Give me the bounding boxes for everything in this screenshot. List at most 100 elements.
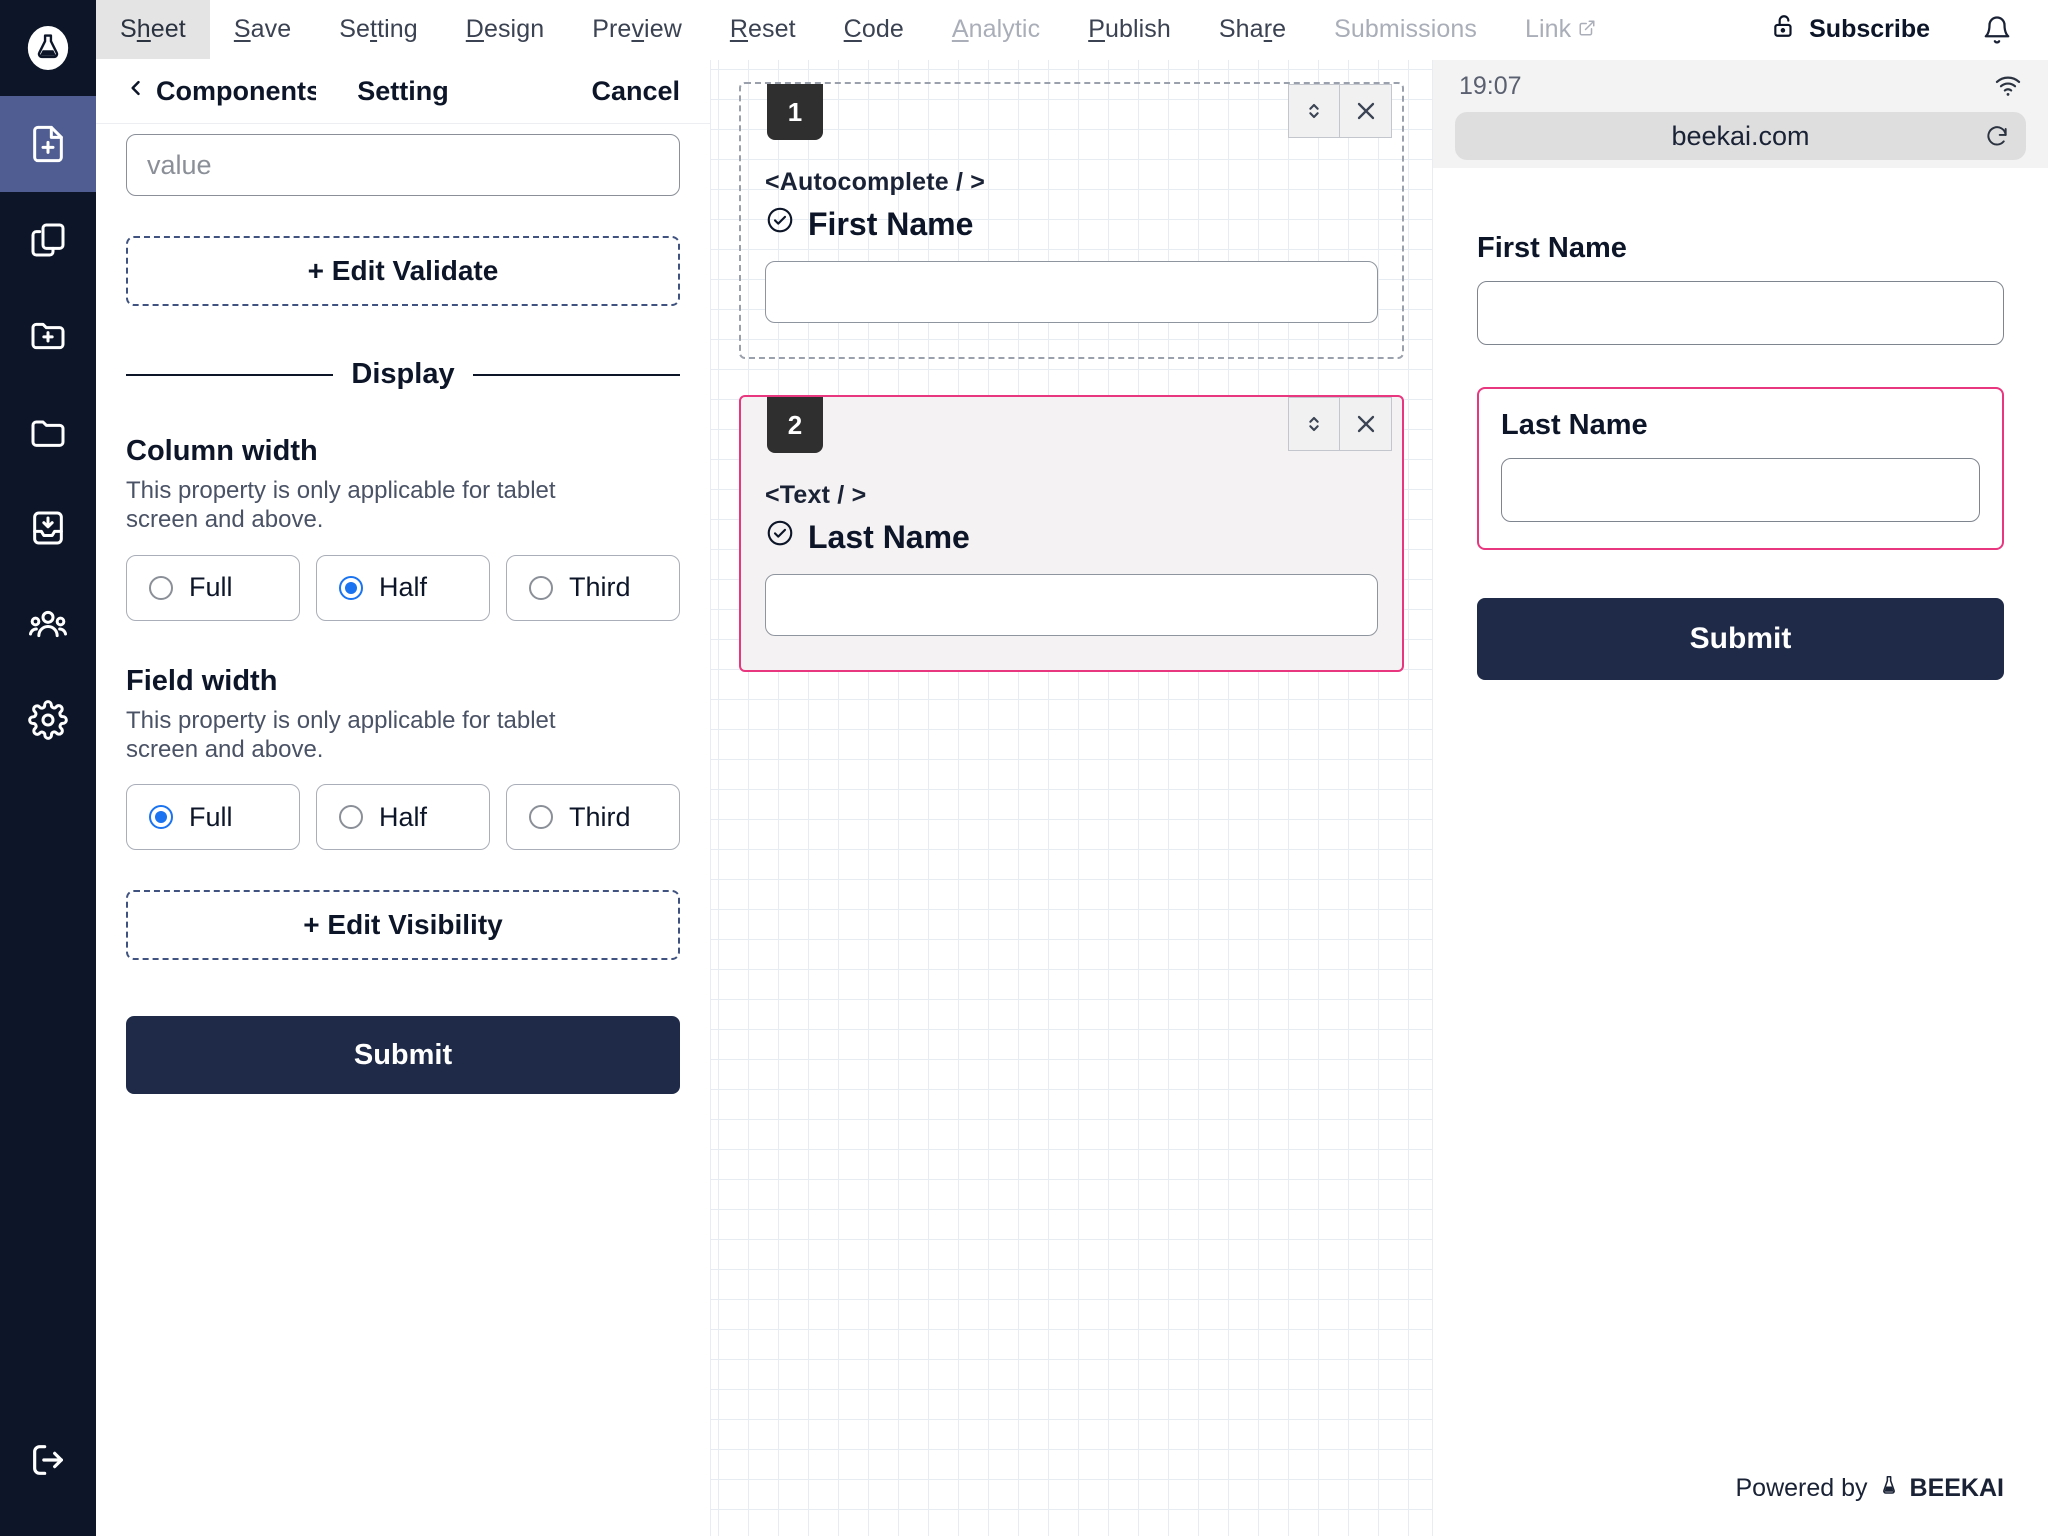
display-section-label: Display [351,358,455,390]
wifi-icon [1994,72,2022,100]
bell-icon[interactable] [1956,15,2026,45]
subscribe-button[interactable]: Subscribe [1745,13,1956,46]
canvas-card-2[interactable]: 2 <Text / > Last Name [739,395,1404,672]
value-input-placeholder: value [147,149,212,180]
preview-field-first-name: First Name [1477,232,2004,345]
close-icon[interactable] [1340,397,1392,451]
subscribe-label: Subscribe [1809,15,1930,43]
close-icon[interactable] [1340,84,1392,138]
form-canvas[interactable]: 1 <Autocomplete / > First Name 2 <Text /… [711,60,1432,1536]
nav-tab-analytic[interactable]: Analytic [928,0,1064,59]
field-width-group: Field width This property is only applic… [126,665,680,851]
back-to-components-button[interactable]: Components [126,75,316,108]
panel-title: Setting [357,76,449,106]
card-field-label-row: First Name [765,205,1378,243]
card-component-tag: <Autocomplete / > [765,168,986,196]
field-width-option-third[interactable]: Third [506,784,680,851]
option-label: Half [379,801,428,832]
column-width-group: Column width This property is only appli… [126,435,680,621]
unlock-icon [1771,13,1797,46]
settings-panel: Components Setting Cancel value + Edit V… [96,60,711,1536]
edit-validate-button[interactable]: + Edit Validate [126,236,680,306]
beekai-brand-label: BEEKAI [1909,1474,2004,1502]
logout-icon[interactable] [0,1412,96,1508]
powered-by-label: Powered by [1735,1474,1868,1502]
cancel-button[interactable]: Cancel [591,76,680,107]
option-label: Third [569,572,631,603]
card-field-input[interactable] [765,261,1378,323]
left-rail [0,0,96,1536]
radio-dot [149,575,173,600]
chevron-up-down-icon[interactable] [1288,84,1340,138]
preview-field-last-name[interactable]: Last Name [1477,387,2004,550]
radio-dot-selected [339,575,363,600]
field-width-title: Field width [126,664,278,697]
column-width-option-third[interactable]: Third [506,554,680,621]
column-width-radio-group: Full Half Third [126,554,680,621]
reload-icon[interactable] [1984,123,2010,149]
preview-field-input[interactable] [1477,281,2004,345]
settings-panel-body: value + Edit Validate Display Column wid… [96,124,710,1536]
field-width-radio-group: Full Half Third [126,784,680,851]
preview-submit-button[interactable]: Submit [1477,598,2004,680]
phone-status-bar: 19:07 [1433,60,2048,112]
radio-dot [529,805,553,830]
chevron-up-down-icon[interactable] [1288,397,1340,451]
panel-submit-button[interactable]: Submit [126,1016,680,1095]
sidebar-item-new-folder[interactable] [0,288,96,384]
phone-clock: 19:07 [1459,71,1522,100]
option-label: Full [189,572,233,603]
phone-preview-panel: 19:07 beekai.com First Name Last Name Su… [1432,60,2048,1536]
top-navbar: Sheet Save Setting Design Preview Reset … [96,0,2048,60]
sidebar-item-team[interactable] [0,576,96,672]
sidebar-item-inbox[interactable] [0,480,96,576]
phone-url-field[interactable]: beekai.com [1455,112,2026,160]
card-controls [1288,84,1392,138]
preview-field-label: First Name [1477,232,1627,264]
field-width-option-full[interactable]: Full [126,784,300,851]
radio-dot [529,575,553,600]
sidebar-item-settings[interactable] [0,672,96,768]
sidebar-item-duplicate-form[interactable] [0,192,96,288]
nav-tab-reset[interactable]: Reset [706,0,820,59]
app-root: Sheet Save Setting Design Preview Reset … [0,0,2048,1536]
column-width-option-half[interactable]: Half [316,554,490,621]
back-label: Components [156,76,316,106]
preview-field-input[interactable] [1501,458,1980,522]
sidebar-item-new-form[interactable] [0,96,96,192]
sidebar-item-folders[interactable] [0,384,96,480]
radio-dot [339,805,363,830]
beekai-flask-logo-icon [1878,1473,1900,1504]
nav-tab-share[interactable]: Share [1195,0,1310,59]
nav-tab-sheet[interactable]: Sheet [96,0,210,59]
phone-form-body: First Name Last Name Submit Powered by B [1433,168,2048,1536]
nav-tab-code[interactable]: Code [820,0,928,59]
field-width-option-half[interactable]: Half [316,784,490,851]
beekai-flask-logo-icon[interactable] [0,0,96,96]
nav-tab-submissions[interactable]: Submissions [1310,0,1501,59]
phone-url-bar: beekai.com [1433,112,2048,168]
option-label: Half [379,572,428,603]
workspace: Components Setting Cancel value + Edit V… [96,60,2048,1536]
card-field-label: Last Name [808,518,970,555]
canvas-card-1[interactable]: 1 <Autocomplete / > First Name [739,82,1404,359]
phone-url-text: beekai.com [1671,120,1810,151]
nav-tab-publish[interactable]: Publish [1064,0,1195,59]
navbar-right-group: Subscribe [1745,0,2048,59]
card-controls [1288,397,1392,451]
external-link-icon [1578,15,1596,44]
value-input[interactable]: value [126,134,680,196]
nav-tab-link[interactable]: Link [1501,0,1620,59]
nav-tab-design[interactable]: Design [442,0,568,59]
nav-tab-preview[interactable]: Preview [568,0,706,59]
column-width-title: Column width [126,435,318,467]
column-width-option-full[interactable]: Full [126,554,300,621]
circle-check-icon [765,518,795,556]
nav-tab-save[interactable]: Save [210,0,315,59]
nav-tab-setting[interactable]: Setting [315,0,442,59]
edit-visibility-button[interactable]: + Edit Visibility [126,890,680,961]
circle-check-icon [765,205,795,243]
card-field-input[interactable] [765,574,1378,636]
radio-dot-selected [149,805,173,830]
powered-by-footer: Powered by BEEKAI [1736,1473,2005,1504]
